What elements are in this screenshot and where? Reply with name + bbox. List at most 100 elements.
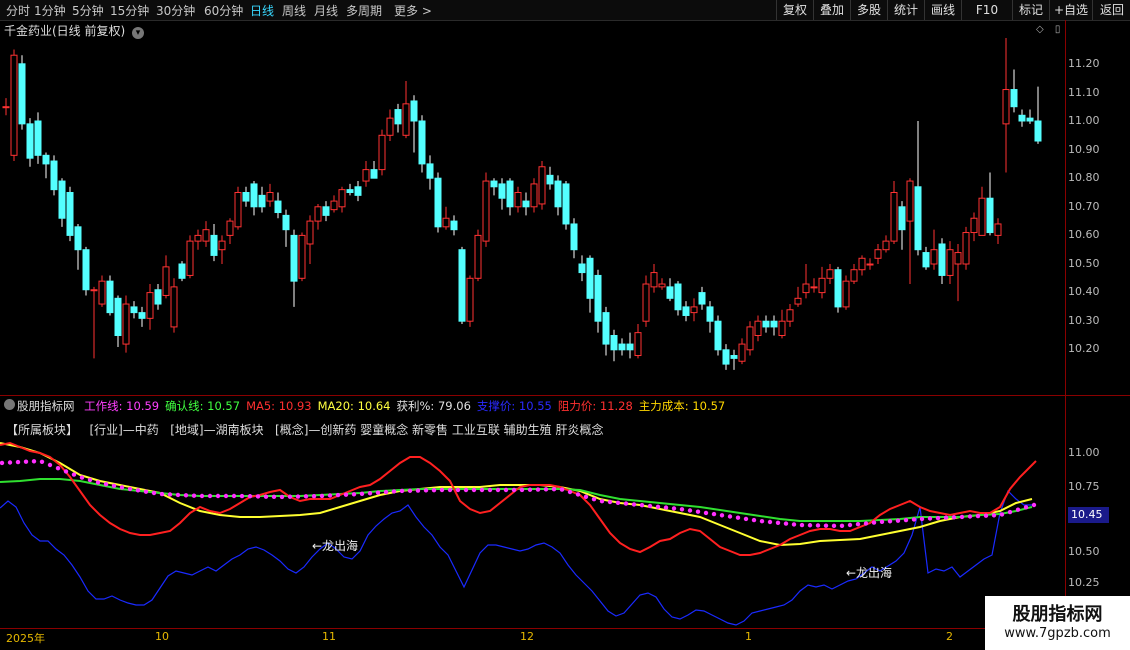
candle-body [226,220,234,236]
candle [1034,86,1042,144]
work-line-dot [31,459,37,464]
work-line-dot [487,487,493,493]
candle [298,232,306,282]
work-line-dot [599,499,605,504]
work-line-dot [415,488,421,493]
candle [610,329,618,362]
candle [978,186,986,236]
work-line-dot [887,519,893,524]
candle [730,349,738,370]
candle [250,181,258,216]
candle [794,286,802,307]
candle [210,223,218,262]
candle-body [1002,89,1010,125]
price-tick: 11.00 [1068,114,1100,127]
work-line-dot [863,521,869,526]
candle-body [98,280,106,305]
candle [386,109,394,142]
work-line-dot [703,510,709,516]
work-line-dot [271,494,277,500]
work-line-dot [999,512,1005,517]
candle [218,235,226,264]
candlestick-chart[interactable] [0,0,1066,395]
candle-body [738,343,746,362]
time-tick: 10 [155,630,169,643]
candle [90,286,98,359]
candle [266,183,274,207]
work-line-dot [791,522,797,527]
candle-body [122,303,130,345]
back-button[interactable]: 返回 [1092,0,1130,20]
work-line-dot [903,517,909,523]
candle-body [826,269,834,279]
candle-body [730,355,738,359]
candle-body [106,280,114,314]
work-line-dot [943,515,949,520]
candle-body [290,234,298,282]
work-line-dot [47,462,53,468]
candle-body [578,263,586,274]
work-line-dot [207,493,213,499]
work-line-dot [743,516,749,522]
candle-body [906,180,914,222]
candle [930,229,938,270]
work-line-dot [991,513,997,518]
work-line-dot [143,489,149,494]
candle [282,209,290,247]
work-line-dot [431,487,437,493]
candle [202,221,210,247]
candle [226,218,234,244]
indicator-chart[interactable] [0,395,1066,635]
candle-body [338,189,346,208]
candle [962,226,970,270]
work-line-dot [1007,509,1013,515]
candle [570,218,578,259]
work-line-dot [175,492,181,498]
work-line-dot [231,493,237,499]
candle-body [58,180,66,219]
candle-body [842,280,850,308]
work-line-dot [287,494,293,499]
candle-body [186,240,194,276]
price-tick: 11.20 [1068,57,1100,70]
candle-body [722,349,730,365]
candle [682,301,690,322]
work-line-dot [183,493,189,498]
candle [314,203,322,230]
candle-body [18,63,26,125]
candle [786,304,794,327]
work-line-dot [0,460,5,466]
candle [522,192,530,216]
candle-body [970,217,978,234]
candle-body [514,192,522,208]
work-line-dot [967,514,973,519]
time-tick: 2 [946,630,953,643]
work-line-dot [279,494,285,500]
candle-body [274,200,282,214]
work-line-dot [919,516,925,522]
candle-body [642,283,650,322]
candle [922,246,930,270]
work-line-dot [1031,502,1037,508]
candle-body [330,200,338,211]
candle [754,315,762,342]
candle-body [42,154,50,165]
candle [146,284,154,330]
candle [506,178,514,216]
work-line-dot [591,497,597,502]
time-tick: 12 [520,630,534,643]
candle-body [306,220,314,245]
candle [738,338,746,365]
work-line-dot [87,477,93,483]
candle [162,255,170,299]
work-line-dot [383,489,389,495]
candle-body [586,257,594,299]
work-line-dot [583,494,589,499]
candle [370,161,378,179]
candle-body [138,312,146,319]
candle-body [258,194,266,208]
candle-body [946,249,954,276]
candle [2,98,10,116]
candle [1010,69,1018,113]
candle [458,246,466,325]
